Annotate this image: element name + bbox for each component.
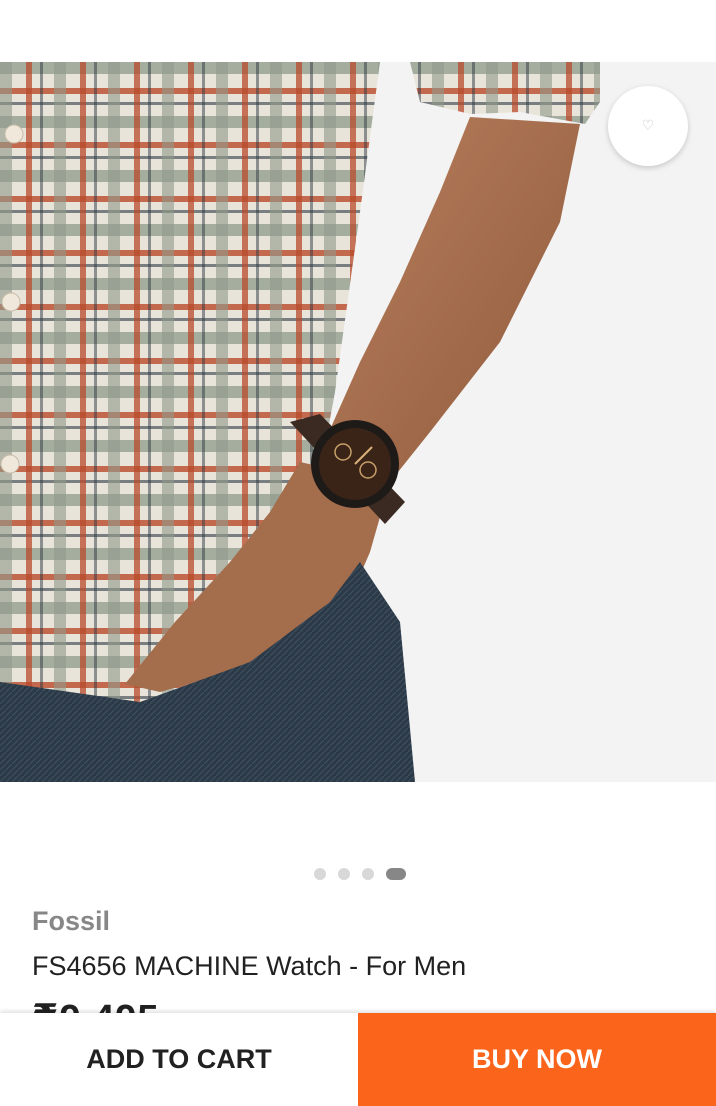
product-page: ♡ Fossil FS4656 MACHINE Watch - For Men … [0, 0, 716, 1106]
heart-icon: ♡ [641, 118, 655, 134]
product-image-gallery[interactable]: ♡ [0, 62, 716, 782]
product-brand: Fossil [32, 906, 111, 936]
carousel-dot-active[interactable] [386, 868, 406, 880]
carousel-dot[interactable] [338, 868, 350, 880]
product-image [0, 62, 716, 782]
image-carousel-indicator [0, 867, 716, 881]
bottom-action-bar: ADD TO CART BUY NOW [0, 1013, 716, 1106]
product-title: FS4656 MACHINE Watch - For Men [32, 951, 467, 981]
carousel-dot[interactable] [314, 868, 326, 880]
buy-now-button[interactable]: BUY NOW [358, 1013, 716, 1106]
add-to-cart-button[interactable]: ADD TO CART [0, 1013, 358, 1106]
wishlist-button[interactable]: ♡ [608, 86, 688, 166]
carousel-dot[interactable] [362, 868, 374, 880]
